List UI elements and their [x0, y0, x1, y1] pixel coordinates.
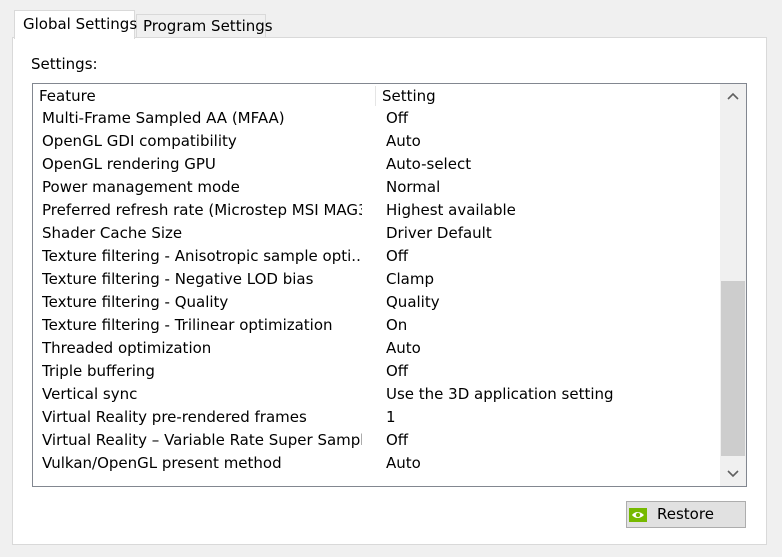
feature-cell: Triple buffering: [42, 362, 155, 380]
table-row[interactable]: Threaded optimization Auto: [33, 337, 720, 360]
table-row[interactable]: Texture filtering - Negative LOD bias Cla…: [33, 268, 720, 291]
feature-cell: Virtual Reality – Variable Rate Super Sa…: [42, 431, 362, 449]
tab-strip: Global Settings Program Settings: [12, 10, 772, 39]
table-row[interactable]: Vulkan/OpenGL present method Auto: [33, 452, 720, 475]
setting-cell[interactable]: Use the 3D application setting: [386, 383, 614, 406]
table-row[interactable]: Power management mode Normal: [33, 176, 720, 199]
column-header-setting[interactable]: Setting: [382, 87, 436, 105]
feature-cell: OpenGL rendering GPU: [42, 155, 216, 173]
tab-global-settings[interactable]: Global Settings: [14, 10, 137, 39]
setting-cell[interactable]: Off: [386, 107, 408, 130]
nvidia-icon: [629, 507, 647, 522]
table-row[interactable]: Texture filtering - Anisotropic sample o…: [33, 245, 720, 268]
feature-cell: Texture filtering - Trilinear optimizati…: [42, 316, 333, 334]
table-row[interactable]: OpenGL rendering GPU Auto-select: [33, 153, 720, 176]
restore-button[interactable]: Restore: [626, 501, 746, 528]
table-row[interactable]: Texture filtering - Trilinear optimizati…: [33, 314, 720, 337]
feature-cell: OpenGL GDI compatibility: [42, 132, 237, 150]
chevron-up-icon: [727, 92, 739, 100]
scroll-thumb[interactable]: [721, 281, 745, 456]
feature-cell: Texture filtering - Quality: [42, 293, 229, 311]
settings-list[interactable]: Feature Setting Multi-Frame Sampled AA (…: [32, 83, 747, 487]
table-row[interactable]: Shader Cache Size Driver Default: [33, 222, 720, 245]
restore-label: Restore: [657, 505, 714, 523]
feature-cell: Multi-Frame Sampled AA (MFAA): [42, 109, 285, 127]
setting-cell[interactable]: Auto: [386, 452, 421, 475]
table-row[interactable]: Preferred refresh rate (Microstep MSI MA…: [33, 199, 720, 222]
setting-cell[interactable]: Auto-select: [386, 153, 471, 176]
column-separator[interactable]: [375, 86, 376, 106]
setting-cell[interactable]: Off: [386, 360, 408, 383]
setting-cell[interactable]: Driver Default: [386, 222, 492, 245]
setting-cell[interactable]: On: [386, 314, 407, 337]
table-row[interactable]: Vertical sync Use the 3D application sett…: [33, 383, 720, 406]
feature-cell: Vulkan/OpenGL present method: [42, 454, 282, 472]
setting-cell[interactable]: Off: [386, 245, 408, 268]
setting-cell[interactable]: Off: [386, 429, 408, 452]
table-row[interactable]: Multi-Frame Sampled AA (MFAA) Off: [33, 107, 720, 130]
feature-cell: Vertical sync: [42, 385, 138, 403]
setting-cell[interactable]: Auto: [386, 337, 421, 360]
feature-cell: Shader Cache Size: [42, 224, 183, 242]
settings-label: Settings:: [31, 55, 98, 73]
vertical-scrollbar[interactable]: [720, 84, 746, 486]
list-rows: Multi-Frame Sampled AA (MFAA) Off OpenGL G…: [33, 107, 720, 475]
feature-cell: Virtual Reality pre-rendered frames: [42, 408, 307, 426]
scroll-up-button[interactable]: [720, 84, 746, 108]
setting-cell[interactable]: Clamp: [386, 268, 434, 291]
feature-cell: Threaded optimization: [42, 339, 212, 357]
column-header-feature[interactable]: Feature: [39, 87, 96, 105]
setting-cell[interactable]: 1: [386, 406, 396, 429]
table-row[interactable]: OpenGL GDI compatibility Auto: [33, 130, 720, 153]
feature-cell: Texture filtering - Anisotropic sample o…: [42, 247, 362, 265]
setting-cell[interactable]: Quality: [386, 291, 440, 314]
setting-cell[interactable]: Normal: [386, 176, 440, 199]
chevron-down-icon: [727, 470, 739, 478]
feature-cell: Preferred refresh rate (Microstep MSI MA…: [42, 201, 362, 219]
feature-cell: Texture filtering - Negative LOD bias: [42, 270, 314, 288]
table-row[interactable]: Virtual Reality – Variable Rate Super Sa…: [33, 429, 720, 452]
feature-cell: Power management mode: [42, 178, 240, 196]
table-row[interactable]: Triple buffering Off: [33, 360, 720, 383]
settings-list-viewport: Feature Setting Multi-Frame Sampled AA (…: [33, 84, 720, 486]
list-header: Feature Setting: [33, 84, 720, 108]
setting-cell[interactable]: Auto: [386, 130, 421, 153]
table-row[interactable]: Texture filtering - Quality Quality: [33, 291, 720, 314]
tab-program-settings[interactable]: Program Settings: [136, 14, 273, 38]
settings-panel: Settings: Feature Setting Multi-Frame Sa…: [12, 37, 767, 545]
table-row[interactable]: Virtual Reality pre-rendered frames 1: [33, 406, 720, 429]
scroll-down-button[interactable]: [720, 462, 746, 486]
setting-cell[interactable]: Highest available: [386, 199, 516, 222]
